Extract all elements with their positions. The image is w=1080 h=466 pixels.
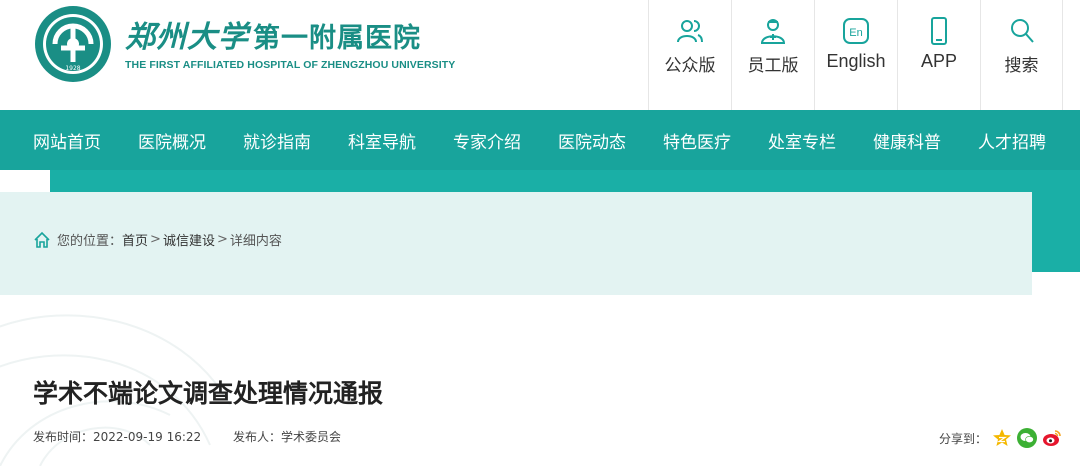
publish-time-label: 发布时间： — [33, 430, 94, 444]
nav-home[interactable]: 网站首页 — [33, 128, 101, 153]
nav-overview[interactable]: 医院概况 — [138, 128, 206, 153]
tool-public-version[interactable]: 公众版 — [648, 0, 731, 110]
brand-english-name: THE FIRST AFFILIATED HOSPITAL OF ZHENGZH… — [125, 59, 456, 71]
nav-experts[interactable]: 专家介绍 — [453, 128, 521, 153]
publisher: 发布人：学术委员会 — [233, 430, 341, 444]
share-label: 分享到： — [938, 431, 987, 446]
breadcrumb-current: 详细内容 — [229, 234, 282, 249]
tool-label: 搜索 — [1004, 56, 1039, 76]
site-header: 1928 郑州大学 第一附属医院 THE FIRST AFFILIATED HO… — [0, 0, 1080, 110]
weibo-icon[interactable] — [1042, 428, 1062, 448]
nav-health[interactable]: 健康科普 — [873, 128, 941, 153]
people-icon — [677, 20, 703, 43]
staff-icon — [760, 19, 786, 44]
article-meta: 发布时间：2022-09-19 16:22 发布人：学术委员会 — [33, 428, 369, 445]
nav-departments[interactable]: 科室导航 — [348, 128, 416, 153]
hospital-logo[interactable]: 1928 — [33, 4, 113, 84]
share-bar: 分享到： — [939, 428, 1062, 448]
tool-label: 公众版 — [664, 56, 716, 76]
brand-school-name: 郑州大学 — [125, 20, 249, 55]
publisher-label: 发布人： — [232, 430, 281, 444]
nav-specialty[interactable]: 特色医疗 — [663, 128, 731, 153]
tool-label: APP — [920, 51, 958, 71]
tool-label: 员工版 — [747, 56, 799, 76]
nav-careers[interactable]: 人才招聘 — [978, 128, 1046, 153]
search-icon — [1010, 19, 1034, 43]
qzone-icon[interactable] — [992, 428, 1012, 448]
tool-app[interactable]: APP — [897, 0, 980, 110]
en-icon: En — [843, 18, 869, 44]
tool-english[interactable]: En English — [814, 0, 897, 110]
header-tools: 公众版 员工版 En English APP 搜索 — [648, 0, 1063, 110]
brand-hospital-name: 第一附属医院 — [253, 23, 421, 54]
publisher-value: 学术委员会 — [281, 430, 342, 444]
svg-text:En: En — [849, 27, 862, 39]
main-nav: 网站首页 医院概况 就诊指南 科室导航 专家介绍 医院动态 特色医疗 处室专栏 … — [0, 110, 1080, 170]
breadcrumb-separator: > — [150, 232, 161, 247]
tool-search[interactable]: 搜索 — [980, 0, 1063, 110]
article-title: 学术不端论文调查处理情况通报 — [33, 379, 384, 408]
breadcrumb-home-link[interactable]: 首页 — [122, 230, 148, 249]
phone-icon — [931, 17, 947, 45]
nav-news[interactable]: 医院动态 — [558, 128, 626, 153]
tool-staff-version[interactable]: 员工版 — [731, 0, 814, 110]
tool-label: English — [826, 51, 886, 71]
logo-year: 1928 — [65, 65, 80, 72]
breadcrumb-panel: 您的位置： 首页 > 诚信建设 > 详细内容 — [0, 192, 1032, 295]
breadcrumb-prefix: 您的位置： — [57, 234, 123, 249]
breadcrumb: 您的位置： 首页 > 诚信建设 > 详细内容 — [33, 230, 282, 249]
brand-block[interactable]: 郑州大学 第一附属医院 THE FIRST AFFILIATED HOSPITA… — [125, 12, 455, 71]
breadcrumb-section-link[interactable]: 诚信建设 — [163, 230, 215, 249]
breadcrumb-separator: > — [216, 232, 228, 247]
publish-time: 发布时间：2022-09-19 16:22 — [33, 430, 201, 444]
wechat-icon[interactable] — [1017, 428, 1037, 448]
nav-offices[interactable]: 处室专栏 — [768, 128, 836, 153]
nav-guide[interactable]: 就诊指南 — [243, 128, 311, 153]
publish-time-value: 2022-09-19 16:22 — [93, 430, 202, 444]
home-icon — [34, 231, 50, 248]
